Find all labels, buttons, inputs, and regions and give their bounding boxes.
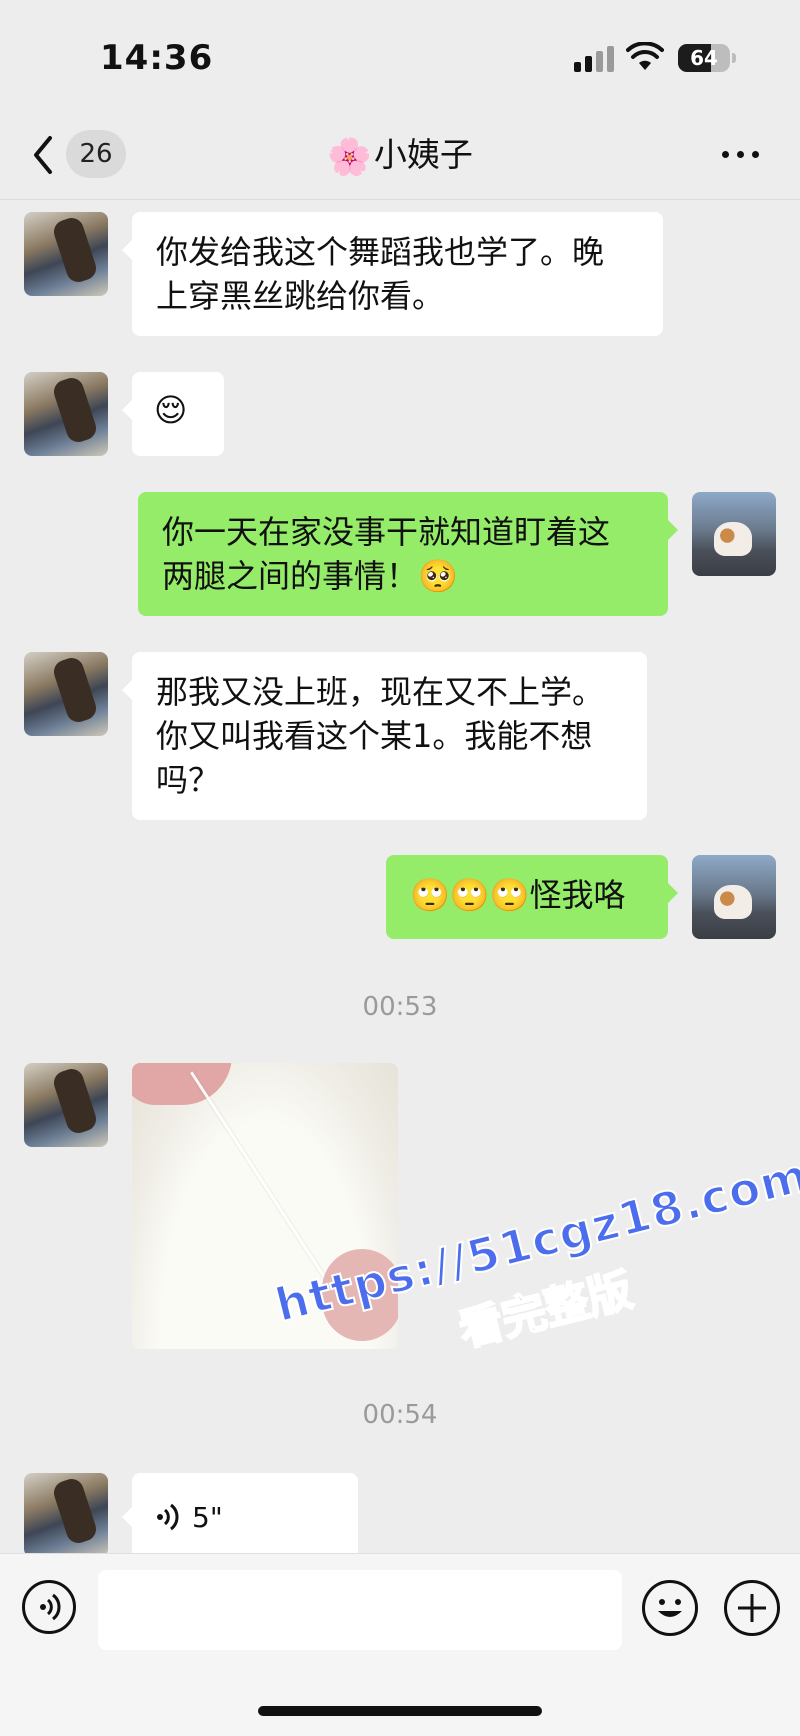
battery-cap: [732, 53, 736, 63]
chat-header: 26 🌸小姨子: [0, 110, 800, 200]
message-text: 🙄🙄🙄怪我咯: [410, 876, 626, 914]
more-dots-icon[interactable]: [720, 140, 762, 168]
status-time: 14:36: [100, 38, 214, 78]
voice-wave-icon: [157, 1503, 179, 1531]
image-detail: [132, 1063, 232, 1105]
status-bar: 14:36 64: [0, 0, 800, 110]
message-text-line: 你一天在家没事干就知道盯着这: [162, 513, 611, 551]
self-avatar[interactable]: [692, 855, 776, 939]
input-bar: [0, 1553, 800, 1736]
message-timestamp: 00:54: [362, 1400, 438, 1430]
contact-name: 小姨子: [373, 135, 473, 174]
plus-icon[interactable]: [724, 1580, 780, 1636]
battery-level: 64: [690, 46, 718, 70]
message-bubble-sent[interactable]: 你一天在家没事干就知道盯着这 两腿之间的事情！🥺: [138, 492, 678, 616]
smiley-icon[interactable]: [642, 1580, 698, 1636]
contact-avatar[interactable]: [24, 372, 108, 456]
relieved-emoji: 😌: [154, 391, 188, 429]
contact-avatar[interactable]: [24, 652, 108, 736]
message-text-line: 吗？: [156, 761, 221, 799]
wifi-icon: [626, 42, 664, 70]
message-text-line: 你发给我这个舞蹈我也学了。晚: [156, 233, 605, 271]
chat-title: 🌸小姨子: [0, 132, 800, 181]
battery-icon: 64: [678, 44, 730, 72]
message-text-line: 那我又没上班，现在又不上学。: [156, 673, 605, 711]
home-indicator[interactable]: [258, 1706, 542, 1716]
contact-avatar[interactable]: [24, 212, 108, 296]
message-timestamp: 00:53: [362, 992, 438, 1022]
voice-duration: 5": [192, 1501, 223, 1534]
voice-mode-icon[interactable]: [22, 1580, 76, 1634]
message-input[interactable]: [98, 1570, 622, 1650]
message-bubble-sent[interactable]: 🙄🙄🙄怪我咯: [386, 855, 678, 939]
flower-icon: 🌸: [327, 137, 372, 178]
message-text-line: 你又叫我看这个某1。我能不想: [156, 717, 593, 755]
cellular-signal-icon: [574, 46, 616, 72]
message-bubble-received[interactable]: 你发给我这个舞蹈我也学了。晚 上穿黑丝跳给你看。: [122, 212, 663, 336]
message-text-line: 两腿之间的事情！🥺: [162, 557, 458, 595]
contact-avatar[interactable]: [24, 1473, 108, 1553]
message-text-line: 上穿黑丝跳给你看。: [156, 277, 445, 315]
photo-thumbnail[interactable]: [132, 1063, 398, 1349]
image-detail: [322, 1249, 398, 1341]
contact-avatar[interactable]: [24, 1063, 108, 1147]
voice-message-bubble[interactable]: 5": [122, 1473, 358, 1553]
self-avatar[interactable]: [692, 492, 776, 576]
message-bubble-received[interactable]: 那我又没上班，现在又不上学。 你又叫我看这个某1。我能不想 吗？: [122, 652, 647, 820]
chat-message-list[interactable]: 你发给我这个舞蹈我也学了。晚 上穿黑丝跳给你看。 😌 你一天在家没事干就知道盯着…: [0, 200, 800, 1553]
message-bubble-received[interactable]: 😌: [122, 372, 224, 456]
